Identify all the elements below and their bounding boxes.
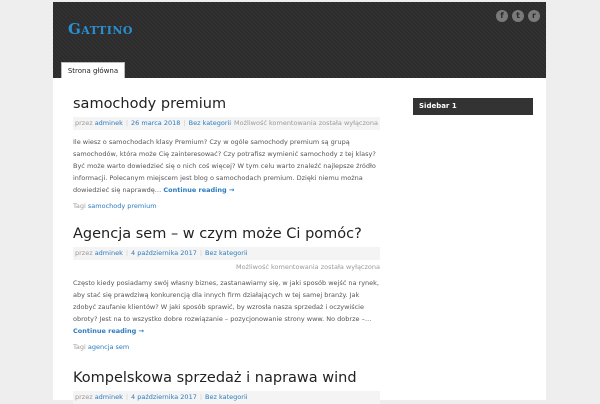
continue-reading-link[interactable]: Continue reading → xyxy=(163,186,234,194)
date-link[interactable]: 26 marca 2018 xyxy=(131,119,180,127)
date-link[interactable]: 4 października 2017 xyxy=(131,249,197,257)
continue-reading-link[interactable]: Continue reading → xyxy=(73,327,144,335)
meta-by-label: przez xyxy=(75,249,93,257)
author-link[interactable]: adminek xyxy=(95,249,123,257)
rss-icon[interactable]: r xyxy=(528,10,540,22)
post-tags: Tagi samochody premium xyxy=(73,202,380,210)
excerpt-text: Często kiedy posiadamy swój własny bizne… xyxy=(73,279,379,323)
post-title[interactable]: Agencja sem – w czym może Ci pomóc? xyxy=(73,226,380,242)
main-content: samochody premium przez adminek | 26 marca… xyxy=(53,78,546,404)
facebook-icon[interactable]: f xyxy=(496,10,508,22)
meta-by-label: przez xyxy=(75,119,93,127)
twitter-icon[interactable]: t xyxy=(512,10,524,22)
tags-label: Tagi xyxy=(73,202,86,210)
site-header: Gattino f t r xyxy=(53,2,546,78)
author-link[interactable]: adminek xyxy=(95,119,123,127)
post: Agencja sem – w czym może Ci pomóc? prze… xyxy=(73,226,380,351)
category-link[interactable]: Bez kategorii xyxy=(189,119,232,127)
post: Kompelskowa sprzedaż i naprawa wind prze… xyxy=(73,370,380,404)
social-links: f t r xyxy=(496,10,540,22)
comments-status: Możliwość komentowania została wyłączona xyxy=(236,263,380,271)
site-title[interactable]: Gattino xyxy=(68,20,133,38)
post-title[interactable]: samochody premium xyxy=(73,96,380,112)
post-excerpt: Ile wiesz o samochodach klasy Premium? C… xyxy=(73,136,380,196)
comments-status: Możliwość komentowania została wyłączona xyxy=(234,119,378,127)
post-excerpt: Często kiedy posiadamy swój własny bizne… xyxy=(73,277,380,337)
post-meta: przez adminek | 4 października 2017 | Bez ka… xyxy=(73,391,380,404)
category-link[interactable]: Bez kategorii xyxy=(205,249,248,257)
tag-link[interactable]: samochody premium xyxy=(88,202,157,210)
post: samochody premium przez adminek | 26 marca… xyxy=(73,96,380,210)
post-meta: przez adminek | 26 marca 2018 | Bez kategori… xyxy=(73,117,380,130)
tag-link[interactable]: agencja sem xyxy=(88,343,129,351)
post-tags: Tagi agencja sem xyxy=(73,343,380,351)
nav-home-tab[interactable]: Strona główna xyxy=(61,62,125,79)
post-title[interactable]: Kompelskowa sprzedaż i naprawa wind xyxy=(73,370,380,386)
tags-label: Tagi xyxy=(73,343,86,351)
sidebar-heading: Sidebar 1 xyxy=(413,98,533,115)
post-meta: przez adminek | 4 października 2017 | Bez ka… xyxy=(73,247,380,260)
